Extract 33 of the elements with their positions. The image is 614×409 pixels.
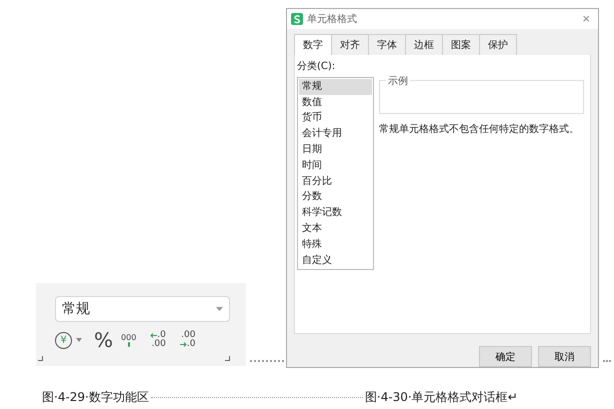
ok-button[interactable]: 确定 bbox=[479, 346, 532, 367]
caret-icon bbox=[216, 307, 223, 311]
category-item[interactable]: 百分比 bbox=[299, 174, 372, 190]
category-item[interactable]: 日期 bbox=[299, 142, 372, 158]
category-item[interactable]: 文本 bbox=[299, 220, 372, 237]
category-label: 分类(C): bbox=[297, 60, 336, 73]
increase-decimal-button[interactable]: .0 .00 bbox=[150, 331, 166, 349]
category-item[interactable]: 分数 bbox=[299, 189, 372, 206]
right-arrow-icon bbox=[180, 342, 187, 347]
caret-icon bbox=[76, 338, 82, 342]
sample-label: 示例 bbox=[386, 76, 410, 87]
description-text: 常规单元格格式不包含任何特定的数字格式。 bbox=[379, 122, 580, 136]
category-item[interactable]: 自定义 bbox=[299, 252, 372, 268]
category-item[interactable]: 货币 bbox=[299, 110, 372, 126]
dialog-title: 单元格格式 bbox=[307, 12, 358, 26]
tab[interactable]: 保护 bbox=[479, 34, 517, 55]
number-format-dropdown[interactable]: 常规 bbox=[55, 296, 230, 322]
tab[interactable]: 数字 bbox=[294, 34, 332, 55]
category-item[interactable]: 数值 bbox=[299, 94, 372, 110]
app-icon bbox=[291, 12, 303, 25]
percent-button[interactable]: % bbox=[94, 330, 114, 350]
category-item[interactable]: 特殊 bbox=[299, 236, 372, 253]
thousands-button[interactable]: 000 bbox=[121, 333, 136, 347]
category-item[interactable]: 时间 bbox=[299, 158, 372, 174]
decrease-decimal-button[interactable]: .00 .0 bbox=[180, 331, 196, 349]
figure-caption: 图·4-29·数字功能区 bbox=[42, 389, 149, 406]
cancel-button[interactable]: 取消 bbox=[538, 346, 591, 367]
category-item[interactable]: 科学记数 bbox=[299, 205, 372, 221]
category-item[interactable]: 常规 bbox=[299, 78, 372, 95]
category-item[interactable]: 会计专用 bbox=[299, 126, 372, 142]
figure-caption: 图·4-30·单元格格式对话框↵ bbox=[364, 389, 518, 406]
close-button[interactable]: × bbox=[578, 11, 594, 26]
left-arrow-icon bbox=[150, 333, 158, 338]
